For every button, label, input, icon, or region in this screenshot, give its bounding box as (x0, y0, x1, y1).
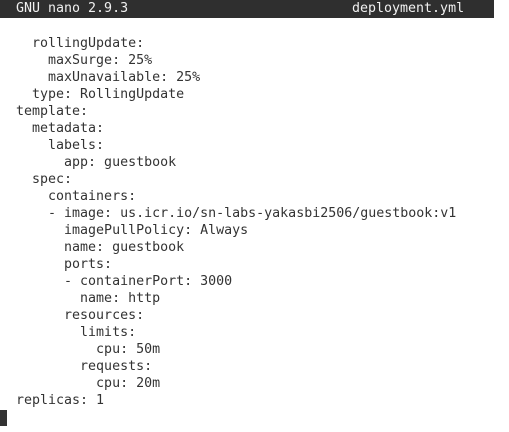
editor-line[interactable]: limits: (16, 324, 456, 341)
editor-line[interactable]: labels: (16, 137, 456, 154)
app-version: GNU nano 2.9.3 (16, 1, 129, 16)
editor-line[interactable]: ports: (16, 256, 456, 273)
editor-line[interactable]: maxUnavailable: 25% (16, 69, 456, 86)
editor-line[interactable]: app: guestbook (16, 154, 456, 171)
editor-text-area[interactable]: rollingUpdate: maxSurge: 25% maxUnavaila… (16, 35, 456, 409)
editor-line[interactable]: rollingUpdate: (16, 35, 456, 52)
editor-line[interactable]: maxSurge: 25% (16, 52, 456, 69)
editor-line[interactable]: - image: us.icr.io/sn-labs-yakasbi2506/g… (16, 205, 456, 222)
editor-line[interactable]: containers: (16, 188, 456, 205)
editor-line[interactable]: replicas: 1 (16, 392, 456, 409)
text-cursor (0, 410, 7, 426)
filename: deployment.yml (352, 1, 465, 16)
editor-line[interactable]: spec: (16, 171, 456, 188)
editor-line[interactable]: resources: (16, 307, 456, 324)
editor-line[interactable]: - containerPort: 3000 (16, 273, 456, 290)
editor-line[interactable]: name: guestbook (16, 239, 456, 256)
editor-line[interactable]: name: http (16, 290, 456, 307)
title-bar: GNU nano 2.9.3 deployment.yml (0, 0, 494, 18)
editor-line[interactable]: template: (16, 103, 456, 120)
editor-line[interactable]: requests: (16, 358, 456, 375)
editor-line[interactable]: imagePullPolicy: Always (16, 222, 456, 239)
editor-line[interactable]: cpu: 20m (16, 375, 456, 392)
editor-line[interactable]: metadata: (16, 120, 456, 137)
editor-line[interactable]: cpu: 50m (16, 341, 456, 358)
editor-line[interactable]: type: RollingUpdate (16, 86, 456, 103)
